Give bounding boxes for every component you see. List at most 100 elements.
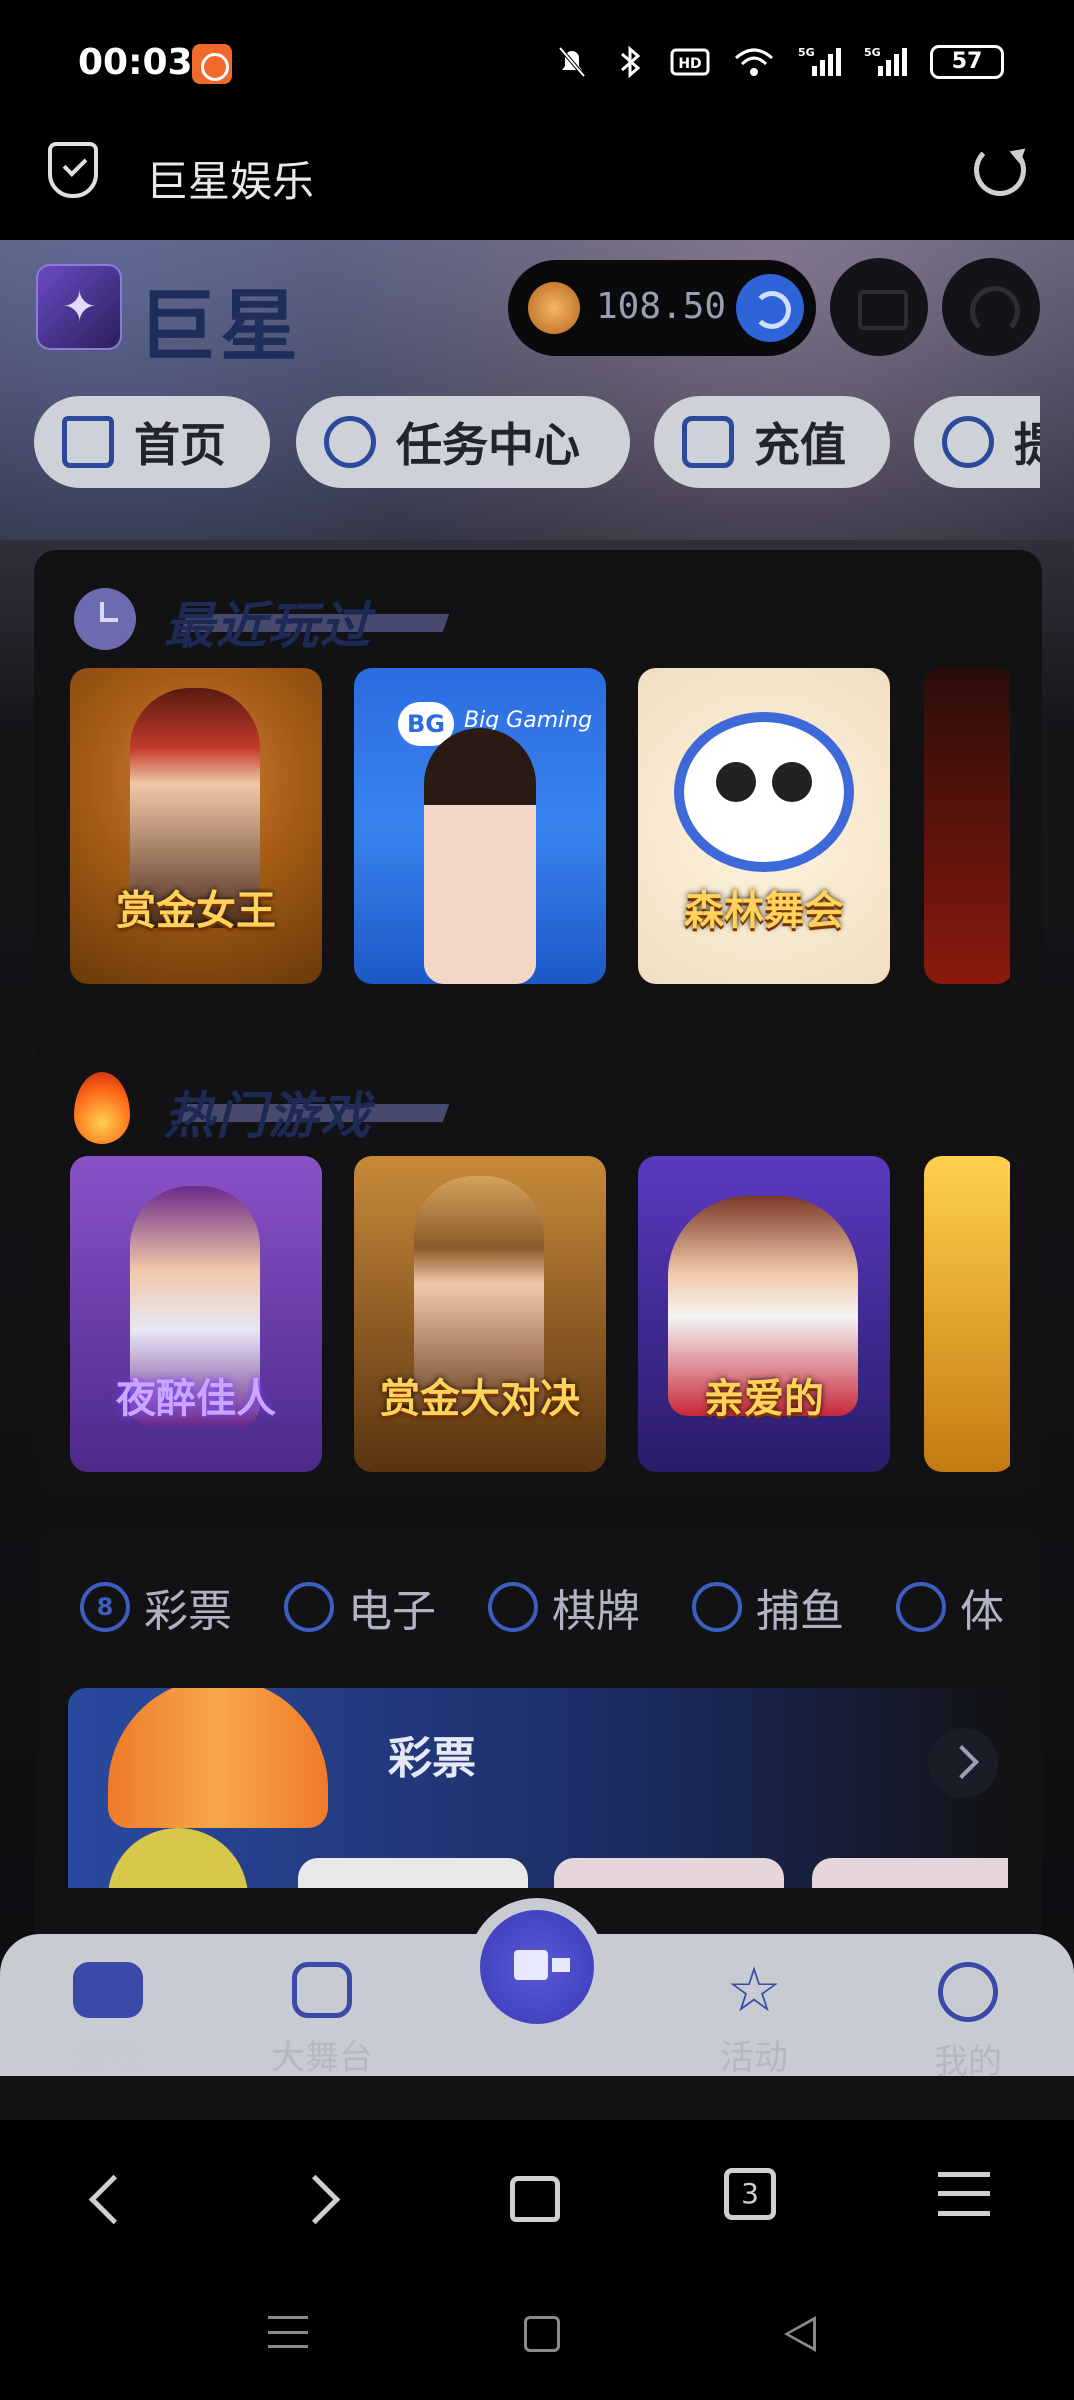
system-back-icon[interactable]: [784, 2316, 816, 2352]
category-tabs: 8 彩票 电子 棋牌 捕鱼 体: [34, 1572, 1042, 1642]
brand-logo: [36, 264, 122, 350]
game-tile[interactable]: [924, 668, 1010, 984]
reload-icon[interactable]: [974, 144, 1026, 196]
forward-icon[interactable]: [292, 2168, 352, 2228]
tab-games[interactable]: 游戏: [48, 1962, 168, 2079]
game-tile[interactable]: [924, 1156, 1010, 1472]
category-label: 电子: [348, 1586, 436, 1637]
refresh-balance-button[interactable]: [736, 274, 804, 342]
game-art: [424, 728, 536, 984]
brand-name: 巨星: [138, 282, 303, 372]
category-fishing[interactable]: 捕鱼: [692, 1572, 844, 1642]
status-time: 00:03: [78, 42, 193, 83]
panda-art: [674, 712, 854, 872]
nav-label: 首页: [134, 418, 226, 472]
lottery-card[interactable]: [554, 1858, 784, 1888]
system-home-icon[interactable]: [524, 2316, 560, 2352]
home-icon: [62, 416, 114, 468]
svg-text:5G: 5G: [798, 46, 815, 59]
signal-icon-1: 5G: [798, 44, 842, 80]
tab-activity[interactable]: ☆ 活动: [694, 1953, 814, 2079]
lottery-card[interactable]: [298, 1858, 528, 1888]
category-label: 棋牌: [552, 1586, 640, 1637]
game-title: 赏金大对决: [380, 1376, 580, 1422]
hot-games-list: 夜醉佳人 赏金大对决 亲爱的: [70, 1156, 1010, 1472]
wallet-icon: [682, 416, 734, 468]
clock-icon: [74, 588, 136, 650]
browser-toolbar: 巨星娱乐: [0, 120, 1074, 240]
tabs-button[interactable]: 3: [724, 2168, 776, 2220]
browser-nav-bar: 3: [0, 2120, 1074, 2270]
recents-icon[interactable]: [268, 2316, 308, 2348]
svg-text:5G: 5G: [864, 46, 881, 59]
mute-icon: [554, 44, 590, 80]
soccer-ball-icon: [896, 1582, 946, 1632]
nav-label: 任务中心: [396, 418, 580, 472]
nav-withdraw[interactable]: 提: [914, 396, 1040, 488]
wallet-button[interactable]: [830, 258, 928, 356]
nav-label: 充值: [754, 418, 846, 472]
category-sports[interactable]: 体: [896, 1572, 1004, 1642]
live-video-button[interactable]: [468, 1898, 606, 2036]
category-label: 体: [960, 1586, 1004, 1637]
game-tile[interactable]: BG Big Gaming: [354, 668, 606, 984]
fire-icon: [74, 1072, 130, 1144]
section-title: 最近玩过: [164, 597, 372, 655]
game-title: 森林舞会: [684, 888, 844, 934]
menu-icon[interactable]: [938, 2172, 990, 2216]
category-cards[interactable]: 棋牌: [488, 1572, 640, 1642]
bluetooth-icon: [612, 44, 648, 80]
star-icon: ☆: [726, 1953, 782, 2026]
section-title: 热门游戏: [164, 1087, 372, 1145]
top-nav: 首页 任务中心 充值 提: [34, 396, 1040, 488]
status-bar: 00:03 HD 5G 5G 57: [0, 0, 1074, 120]
target-icon: [324, 416, 376, 468]
game-tile[interactable]: 赏金大对决: [354, 1156, 606, 1472]
game-title: 亲爱的: [704, 1376, 824, 1422]
page-title: 巨星娱乐: [146, 157, 315, 206]
lottery-ball-icon: 8: [80, 1582, 130, 1632]
tab-profile[interactable]: 我的: [908, 1962, 1028, 2083]
signal-icon-2: 5G: [864, 44, 908, 80]
game-title: 夜醉佳人: [116, 1376, 276, 1422]
recent-games-card: 最近玩过 赏金女王 BG Big Gaming 森林舞会: [34, 550, 1042, 1008]
balance-amount: 108.50: [596, 286, 727, 327]
nav-task-center[interactable]: 任务中心: [296, 396, 630, 488]
tab-label: 游戏: [74, 2038, 142, 2078]
lottery-ball-art: [108, 1828, 248, 1888]
hot-games-card: 热门游戏 夜醉佳人 赏金大对决 亲爱的: [34, 1038, 1042, 1496]
tab-label: 活动: [720, 2038, 788, 2078]
category-label: 彩票: [144, 1586, 232, 1637]
tab-stage[interactable]: 大舞台: [262, 1962, 382, 2079]
fish-icon: [692, 1582, 742, 1632]
back-icon[interactable]: [78, 2168, 138, 2228]
hd-icon: HD: [670, 44, 710, 80]
game-tile[interactable]: 夜醉佳人: [70, 1156, 322, 1472]
spade-icon: [488, 1582, 538, 1632]
lottery-banner[interactable]: 彩票: [68, 1688, 1008, 1888]
home-icon[interactable]: [510, 2176, 560, 2222]
category-electronic[interactable]: 电子: [284, 1572, 436, 1642]
web-content: 巨星 108.50 首页 任务中心 充值 提 最近玩过: [0, 240, 1074, 2120]
nav-recharge[interactable]: 充值: [654, 396, 890, 488]
smile-icon: [938, 1962, 998, 2022]
recent-games-list: 赏金女王 BG Big Gaming 森林舞会: [70, 668, 1010, 984]
money-icon: [942, 416, 994, 468]
lottery-card[interactable]: [812, 1858, 1008, 1888]
game-tile[interactable]: 亲爱的: [638, 1156, 890, 1472]
category-lottery[interactable]: 8 彩票: [80, 1572, 232, 1642]
chat-icon: [292, 1962, 352, 2018]
game-title: 赏金女王: [116, 888, 276, 934]
wifi-icon: [732, 44, 776, 80]
customer-service-button[interactable]: [942, 258, 1040, 356]
nav-label: 提: [1014, 418, 1040, 472]
game-tile[interactable]: 森林舞会: [638, 668, 890, 984]
status-icons: HD 5G 5G 57: [554, 40, 1004, 84]
chevron-right-icon[interactable]: [928, 1728, 998, 1798]
shield-check-icon[interactable]: [48, 142, 98, 198]
game-tile[interactable]: 赏金女王: [70, 668, 322, 984]
nav-home[interactable]: 首页: [34, 396, 270, 488]
coin-icon: [528, 282, 580, 334]
cherry-icon: [284, 1582, 334, 1632]
system-nav-bar: [0, 2270, 1074, 2400]
